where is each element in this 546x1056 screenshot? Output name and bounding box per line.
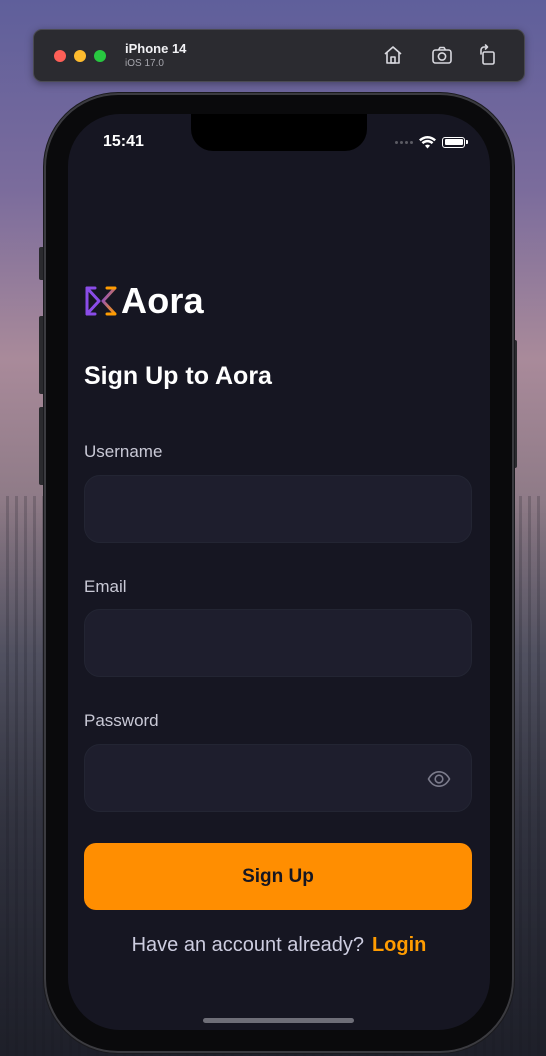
eye-icon[interactable] — [427, 767, 451, 791]
password-input[interactable] — [85, 745, 471, 811]
notch — [191, 114, 367, 151]
wifi-icon — [419, 135, 436, 149]
password-field[interactable] — [84, 744, 472, 812]
logo-text: Aora — [121, 280, 204, 321]
home-indicator — [203, 1018, 354, 1023]
username-label: Username — [84, 442, 163, 461]
email-input[interactable] — [85, 610, 471, 676]
rotate-icon[interactable] — [476, 43, 500, 67]
home-icon[interactable] — [381, 43, 405, 67]
os-version: iOS 17.0 — [125, 58, 164, 69]
zoom-window-button[interactable] — [94, 50, 106, 62]
screenshot-icon[interactable] — [430, 43, 454, 67]
status-time: 15:41 — [103, 133, 144, 150]
login-link[interactable]: Login — [372, 934, 426, 956]
email-label: Email — [84, 577, 127, 596]
status-icons — [395, 134, 468, 150]
password-label: Password — [84, 711, 159, 730]
minimize-window-button[interactable] — [74, 50, 86, 62]
sign-up-button[interactable]: Sign Up — [84, 843, 472, 910]
signal-icon — [395, 140, 413, 144]
app-screen: 15:41 Aora Sign Up to Aora Username Emai… — [68, 114, 490, 1030]
page-title: Sign Up to Aora — [84, 362, 272, 390]
app-logo: Aora — [84, 280, 204, 322]
email-field[interactable] — [84, 609, 472, 677]
login-question: Have an account already? — [131, 934, 364, 956]
battery-icon — [442, 136, 465, 148]
device-name: iPhone 14 — [125, 41, 187, 56]
username-field[interactable] — [84, 475, 472, 543]
logo-icon — [85, 286, 117, 316]
close-window-button[interactable] — [54, 50, 66, 62]
login-prompt: Have an account already? Login — [68, 934, 490, 957]
username-input[interactable] — [85, 476, 471, 542]
simulator-toolbar: iPhone 14 iOS 17.0 — [33, 29, 525, 82]
